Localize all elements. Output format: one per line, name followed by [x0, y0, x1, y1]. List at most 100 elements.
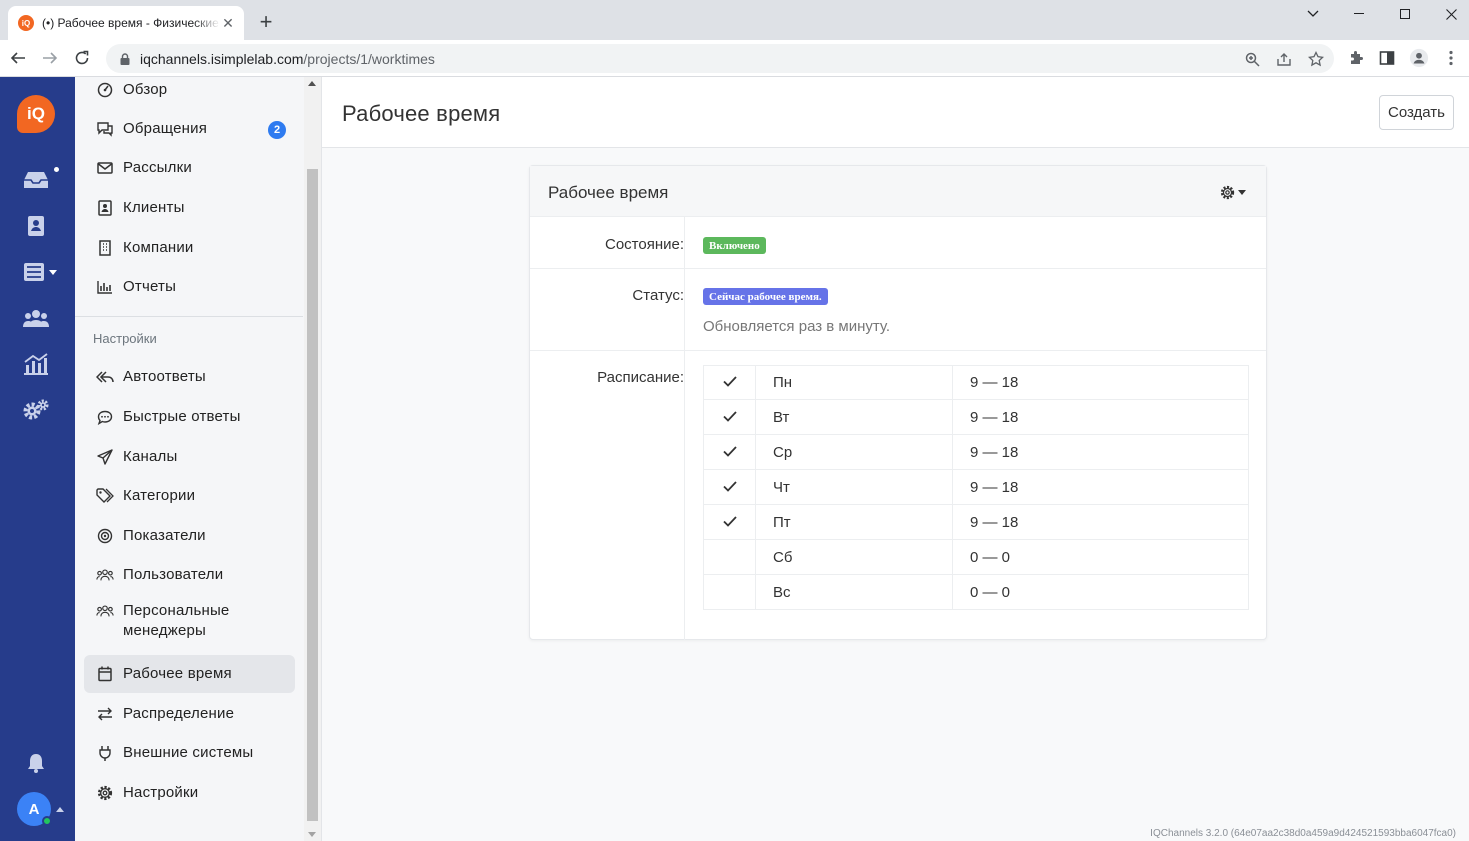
- day-cell: Пн: [755, 365, 953, 400]
- check-icon: [722, 410, 737, 422]
- team-icon[interactable]: [22, 306, 50, 330]
- sidebar-item-clients[interactable]: Клиенты: [84, 189, 295, 227]
- reload-icon[interactable]: [70, 46, 94, 70]
- card-header: Рабочее время: [530, 166, 1266, 217]
- new-tab-icon[interactable]: +: [254, 9, 278, 34]
- close-tab-icon[interactable]: ✕: [220, 15, 236, 31]
- card-settings-dropdown[interactable]: [1220, 184, 1248, 200]
- favicon-icon: iQ: [18, 15, 34, 31]
- scroll-up-arrow-icon[interactable]: [308, 81, 316, 86]
- address-bar[interactable]: iqchannels.isimplelab.com/projects/1/wor…: [106, 44, 1334, 73]
- target-icon: [96, 527, 114, 545]
- enabled-cell: [703, 539, 756, 575]
- settings-section-heading: Настройки: [93, 331, 157, 346]
- sidebar-item-autoreplies[interactable]: Автоответы: [84, 358, 295, 396]
- enabled-cell: [703, 504, 756, 540]
- sidebar-item-worktime[interactable]: Рабочее время: [84, 655, 295, 693]
- avatar-caret-icon[interactable]: [56, 807, 64, 812]
- zoom-icon[interactable]: [1243, 50, 1261, 68]
- caret-down-icon: [1238, 189, 1246, 195]
- tab-title: (•) Рабочее время - Физические лица: [42, 16, 220, 30]
- sidebar-item-quick-replies[interactable]: Быстрые ответы: [84, 398, 295, 436]
- auto-reply-icon: [96, 368, 114, 386]
- worktime-card: Рабочее время Состояние: Включено Статус…: [529, 165, 1267, 640]
- schedule-row: Вт 9 — 18: [703, 399, 1249, 435]
- sidebar-item-external-systems[interactable]: Внешние системы: [84, 734, 295, 772]
- schedule-row: Пт 9 — 18: [703, 504, 1249, 540]
- sidebar-item-channels[interactable]: Каналы: [84, 438, 295, 476]
- create-button[interactable]: Создать: [1379, 95, 1454, 130]
- row-divider: [530, 268, 1266, 269]
- sidebar-item-indicators[interactable]: Показатели: [84, 517, 295, 555]
- row-divider: [530, 350, 1266, 351]
- share-icon[interactable]: [1275, 50, 1293, 68]
- gear-icon: [96, 784, 114, 802]
- sidebar-scrollbar[interactable]: [304, 77, 321, 841]
- bar-chart-icon: [96, 278, 114, 296]
- schedule-row: Сб 0 — 0: [703, 539, 1249, 575]
- managers-icon: [96, 602, 114, 620]
- sidebar-item-distribution[interactable]: Распределение: [84, 695, 295, 733]
- sidebar-item-overview[interactable]: Обзор: [84, 71, 295, 109]
- sidebar-item-label: Настройки: [123, 784, 199, 801]
- sidebar-item-settings[interactable]: Настройки: [84, 774, 295, 812]
- settings-gears-icon[interactable]: [22, 398, 50, 422]
- sidebar-item-personal-managers[interactable]: Персональные менеджеры: [84, 596, 295, 644]
- sidebar-item-label: Компании: [123, 239, 194, 256]
- inbox-notification-dot: [54, 167, 59, 172]
- enabled-cell: [703, 469, 756, 505]
- dashboard-icon: [96, 81, 114, 99]
- scroll-down-arrow-icon[interactable]: [308, 832, 316, 837]
- browser-tab[interactable]: iQ (•) Рабочее время - Физические лица ✕: [8, 6, 244, 40]
- extensions-puzzle-icon[interactable]: [1346, 48, 1366, 68]
- sidebar-item-label: Пользователи: [123, 566, 224, 583]
- state-label: Состояние:: [604, 236, 684, 253]
- inbox-icon[interactable]: [22, 168, 50, 192]
- side-panel-icon[interactable]: [1377, 48, 1397, 68]
- minimize-icon[interactable]: [1336, 0, 1382, 28]
- sidebar-item-label: Отчеты: [123, 278, 177, 295]
- bell-icon[interactable]: [22, 751, 50, 775]
- sidebar-item-label: Клиенты: [123, 199, 185, 216]
- settings-sidebar: Обзор Обращения 2 Рассылки Клиенты Компа…: [75, 77, 322, 841]
- enabled-cell: [703, 434, 756, 470]
- contacts-icon[interactable]: [22, 214, 50, 238]
- window-close-icon[interactable]: [1428, 0, 1469, 28]
- hours-cell: 9 — 18: [952, 504, 1249, 540]
- app-rail: iQ A: [0, 77, 75, 841]
- analytics-icon[interactable]: [22, 352, 50, 376]
- iqchannels-logo[interactable]: iQ: [17, 95, 55, 133]
- profile-icon[interactable]: [1409, 48, 1429, 68]
- sidebar-item-categories[interactable]: Категории: [84, 477, 295, 515]
- sidebar-item-requests[interactable]: Обращения 2: [84, 110, 295, 148]
- list-menu-icon[interactable]: [20, 260, 60, 284]
- hours-cell: 0 — 0: [952, 574, 1249, 610]
- page-header: Рабочее время Создать: [322, 77, 1469, 148]
- sidebar-item-label: Рассылки: [123, 159, 192, 176]
- tab-search-chevron-icon[interactable]: [1290, 0, 1336, 28]
- day-cell: Чт: [755, 469, 953, 505]
- sidebar-item-mailings[interactable]: Рассылки: [84, 149, 295, 187]
- back-icon[interactable]: [6, 46, 30, 70]
- app-version: IQChannels 3.2.0 (64e07aa2c38d0a459a9d42…: [1150, 828, 1456, 839]
- calendar-icon: [96, 665, 114, 683]
- sidebar-item-label: Персональные менеджеры: [123, 602, 230, 639]
- sidebar-item-users[interactable]: Пользователи: [84, 556, 295, 594]
- scrollbar-thumb[interactable]: [307, 169, 318, 821]
- forward-icon[interactable]: [38, 46, 62, 70]
- gear-icon: [1220, 185, 1235, 199]
- hours-cell: 9 — 18: [952, 399, 1249, 435]
- swap-icon: [96, 705, 114, 723]
- sidebar-item-label: Рабочее время: [123, 665, 232, 682]
- sidebar-item-companies[interactable]: Компании: [84, 229, 295, 267]
- maximize-icon[interactable]: [1382, 0, 1428, 28]
- schedule-row: Чт 9 — 18: [703, 469, 1249, 505]
- bookmark-star-icon[interactable]: [1307, 50, 1325, 68]
- sidebar-item-label: Быстрые ответы: [123, 408, 241, 425]
- online-status-dot: [42, 816, 52, 826]
- sidebar-item-reports[interactable]: Отчеты: [84, 268, 295, 306]
- lock-icon[interactable]: [118, 52, 132, 66]
- url-text: iqchannels.isimplelab.com/projects/1/wor…: [140, 50, 435, 67]
- browser-menu-icon[interactable]: [1441, 48, 1461, 68]
- hours-cell: 9 — 18: [952, 469, 1249, 505]
